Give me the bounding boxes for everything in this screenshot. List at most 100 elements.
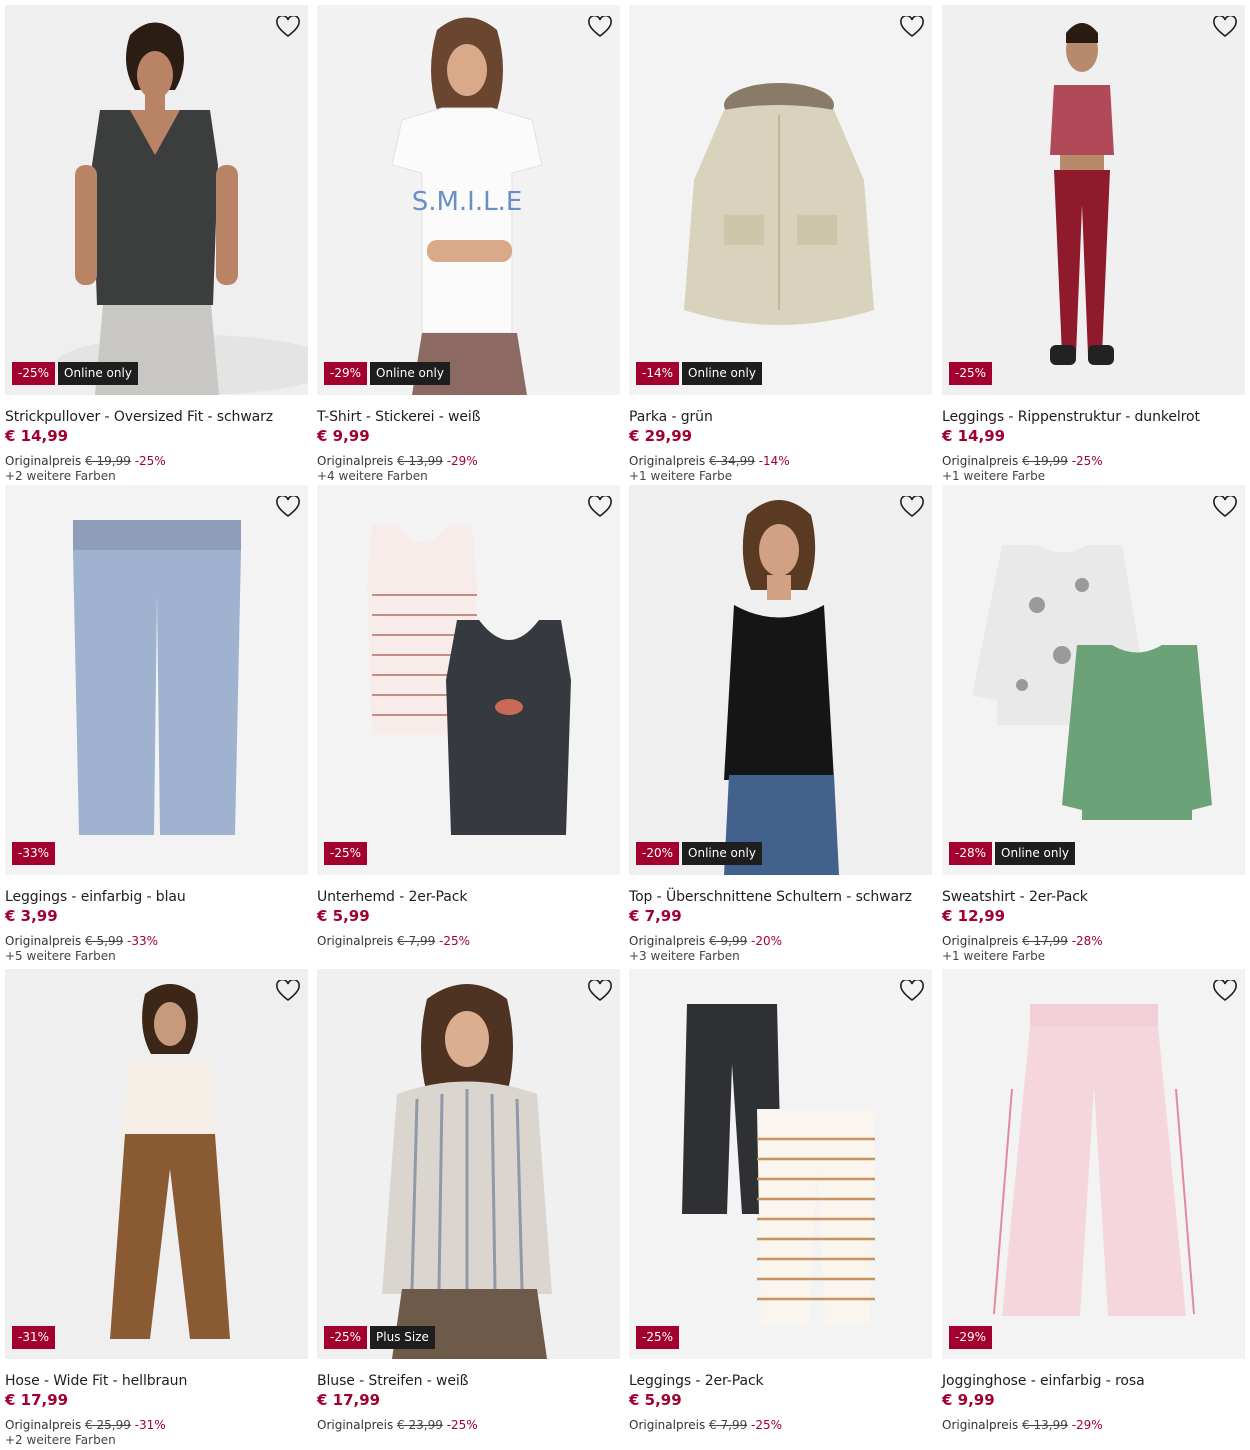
discount-percent: -29% <box>446 454 478 468</box>
discount-percent: -25% <box>439 934 471 948</box>
leggings-blue-image <box>5 485 308 875</box>
product-price: € 17,99 <box>5 1391 69 1409</box>
discount-badge: -14% <box>636 362 680 385</box>
product-image[interactable]: -25% Online only <box>5 5 308 395</box>
wishlist-heart-icon[interactable] <box>1213 980 1237 1002</box>
model-blouse-image <box>317 969 620 1359</box>
discount-percent: -14% <box>758 454 790 468</box>
old-price: € 13,99 <box>1022 1418 1068 1432</box>
old-price: € 9,99 <box>709 934 748 948</box>
more-colors[interactable]: +4 weitere Farben <box>317 469 620 483</box>
joggers-pink-image <box>942 969 1245 1359</box>
product-name[interactable]: Leggings - einfarbig - blau <box>5 889 308 905</box>
product-card[interactable]: -25% Online only Strickpullover - Oversi… <box>5 5 308 483</box>
product-image[interactable]: -25% <box>629 969 932 1359</box>
wishlist-heart-icon[interactable] <box>588 16 612 38</box>
more-colors[interactable]: +1 weitere Farbe <box>629 469 932 483</box>
product-name[interactable]: Strickpullover - Oversized Fit - schwarz <box>5 409 308 425</box>
wishlist-heart-icon[interactable] <box>276 980 300 1002</box>
original-price-label: Originalpreis <box>5 934 82 948</box>
product-name[interactable]: Leggings - Rippenstruktur - dunkelrot <box>942 409 1245 425</box>
discount-percent: -31% <box>134 1418 166 1432</box>
more-colors[interactable]: +1 weitere Farbe <box>942 949 1245 963</box>
wishlist-heart-icon[interactable] <box>588 496 612 518</box>
product-row: -31% Hose - Wide Fit - hellbraun € 17,99… <box>5 969 1246 1449</box>
discount-percent: -25% <box>751 1418 783 1432</box>
original-price-label: Originalpreis <box>629 1418 706 1432</box>
leggings-pack-image <box>629 969 932 1359</box>
product-image[interactable]: -28% Online only <box>942 485 1245 875</box>
product-card[interactable]: -20% Online only Top - Überschnittene Sc… <box>629 485 932 963</box>
original-price-line: Originalpreis € 13,99 -29% <box>942 1418 1245 1432</box>
discount-percent: -25% <box>446 1418 478 1432</box>
online-only-badge: Online only <box>682 362 762 385</box>
product-name[interactable]: Parka - grün <box>629 409 932 425</box>
product-card[interactable]: -14% Online only Parka - grün € 29,99 Or… <box>629 5 932 483</box>
wishlist-heart-icon[interactable] <box>900 980 924 1002</box>
original-price-line: Originalpreis € 19,99 -25% <box>942 454 1245 468</box>
discount-badge: -31% <box>12 1326 56 1349</box>
original-price-label: Originalpreis <box>317 454 394 468</box>
product-image[interactable]: S.M.I.L.E -29% Online only <box>317 5 620 395</box>
discount-badge: -25% <box>636 1326 680 1349</box>
plus-size-badge: Plus Size <box>370 1326 435 1349</box>
product-name[interactable]: T-Shirt - Stickerei - weiß <box>317 409 620 425</box>
old-price: € 7,99 <box>709 1418 748 1432</box>
product-name[interactable]: Sweatshirt - 2er-Pack <box>942 889 1245 905</box>
product-card[interactable]: -25% Leggings - Rippenstruktur - dunkelr… <box>942 5 1245 483</box>
product-card[interactable]: -31% Hose - Wide Fit - hellbraun € 17,99… <box>5 969 308 1447</box>
discount-percent: -25% <box>1071 454 1103 468</box>
product-card[interactable]: -33% Leggings - einfarbig - blau € 3,99 … <box>5 485 308 963</box>
product-name[interactable]: Leggings - 2er-Pack <box>629 1373 932 1389</box>
original-price-line: Originalpreis € 13,99 -29% <box>317 454 620 468</box>
product-image[interactable]: -25% <box>942 5 1245 395</box>
product-price: € 9,99 <box>942 1391 995 1409</box>
more-colors[interactable]: +5 weitere Farben <box>5 949 308 963</box>
product-price: € 5,99 <box>317 907 370 925</box>
product-card[interactable]: -25% Plus Size Bluse - Streifen - weiß €… <box>317 969 620 1433</box>
product-name[interactable]: Jogginghose - einfarbig - rosa <box>942 1373 1245 1389</box>
undershirts-image <box>317 485 620 875</box>
product-name[interactable]: Hose - Wide Fit - hellbraun <box>5 1373 308 1389</box>
wishlist-heart-icon[interactable] <box>1213 496 1237 518</box>
old-price: € 19,99 <box>1022 454 1068 468</box>
product-row: -33% Leggings - einfarbig - blau € 3,99 … <box>5 485 1246 969</box>
wishlist-heart-icon[interactable] <box>276 16 300 38</box>
product-price: € 14,99 <box>942 427 1006 445</box>
product-card[interactable]: S.M.I.L.E -29% Online only T-Shirt - Sti… <box>317 5 620 483</box>
online-only-badge: Online only <box>370 362 450 385</box>
product-card[interactable]: -28% Online only Sweatshirt - 2er-Pack €… <box>942 485 1245 963</box>
product-name[interactable]: Bluse - Streifen - weiß <box>317 1373 620 1389</box>
more-colors[interactable]: +2 weitere Farben <box>5 469 308 483</box>
product-name[interactable]: Top - Überschnittene Schultern - schwarz <box>629 889 932 905</box>
model-vest-image <box>5 5 308 395</box>
online-only-badge: Online only <box>682 842 762 865</box>
product-image[interactable]: -25% <box>317 485 620 875</box>
product-image[interactable]: -25% Plus Size <box>317 969 620 1359</box>
product-card[interactable]: -25% Unterhemd - 2er-Pack € 5,99 Origina… <box>317 485 620 949</box>
discount-badge: -25% <box>12 362 56 385</box>
wishlist-heart-icon[interactable] <box>588 980 612 1002</box>
wishlist-heart-icon[interactable] <box>276 496 300 518</box>
product-price: € 5,99 <box>629 1391 682 1409</box>
wishlist-heart-icon[interactable] <box>1213 16 1237 38</box>
product-image[interactable]: -20% Online only <box>629 485 932 875</box>
product-card[interactable]: -25% Leggings - 2er-Pack € 5,99 Original… <box>629 969 932 1433</box>
product-image[interactable]: -14% Online only <box>629 5 932 395</box>
original-price-line: Originalpreis € 34,99 -14% <box>629 454 932 468</box>
product-image[interactable]: -31% <box>5 969 308 1359</box>
wishlist-heart-icon[interactable] <box>900 16 924 38</box>
discount-badge: -20% <box>636 842 680 865</box>
old-price: € 34,99 <box>709 454 755 468</box>
product-image[interactable]: -29% <box>942 969 1245 1359</box>
product-image[interactable]: -33% <box>5 485 308 875</box>
model-leggings-image <box>942 5 1245 395</box>
more-colors[interactable]: +3 weitere Farben <box>629 949 932 963</box>
product-card[interactable]: -29% Jogginghose - einfarbig - rosa € 9,… <box>942 969 1245 1433</box>
more-colors[interactable]: +1 weitere Farbe <box>942 469 1245 483</box>
old-price: € 5,99 <box>85 934 124 948</box>
more-colors[interactable]: +2 weitere Farben <box>5 1433 308 1447</box>
wishlist-heart-icon[interactable] <box>900 496 924 518</box>
old-price: € 19,99 <box>85 454 131 468</box>
product-name[interactable]: Unterhemd - 2er-Pack <box>317 889 620 905</box>
